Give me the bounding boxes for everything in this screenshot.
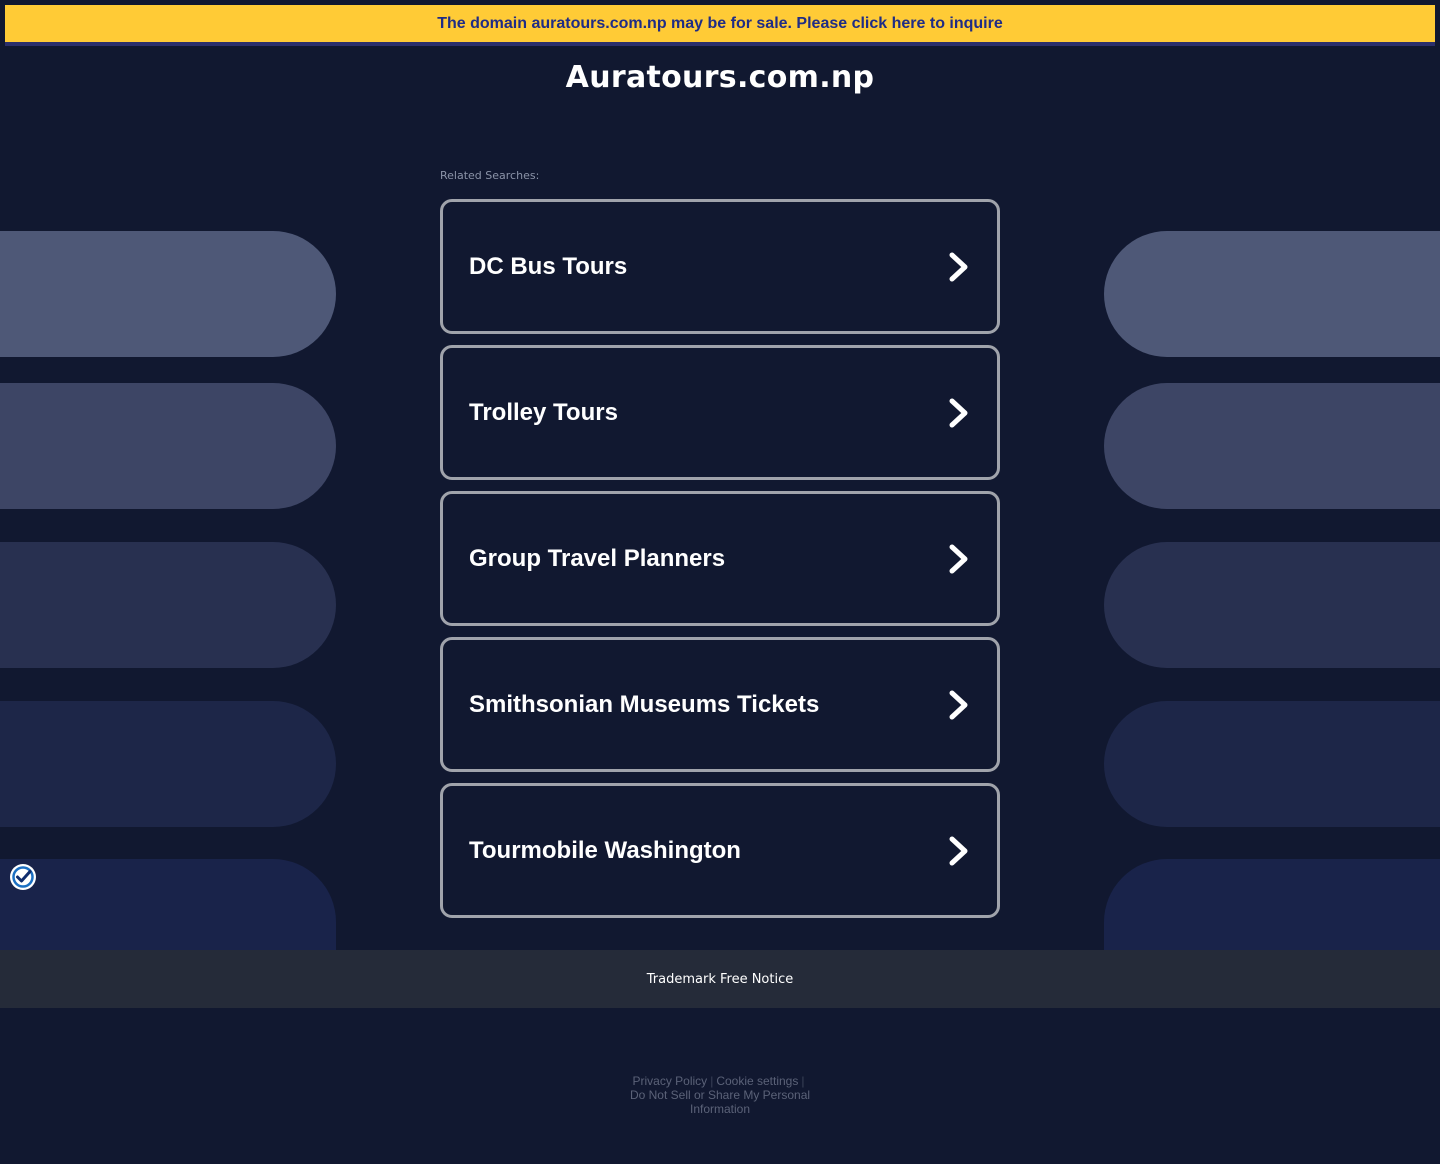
related-search-item[interactable]: DC Bus Tours xyxy=(440,199,1000,334)
related-search-label: Smithsonian Museums Tickets xyxy=(469,690,820,718)
privacy-check-icon[interactable] xyxy=(9,863,37,891)
link-separator: | xyxy=(710,1074,714,1088)
trademark-bar: Trademark Free Notice xyxy=(0,950,1440,1008)
decorative-pill xyxy=(1104,383,1440,509)
related-search-item[interactable]: Trolley Tours xyxy=(440,345,1000,480)
chevron-right-icon xyxy=(949,398,968,427)
related-searches-label: Related Searches: xyxy=(440,169,540,182)
legal-links: Privacy Policy | Cookie settings | Do Not S… xyxy=(620,1074,820,1116)
related-searches-list: DC Bus Tours Trolley Tours Group Travel … xyxy=(440,199,1000,929)
site-title: Auratours.com.np xyxy=(565,60,875,95)
privacy-policy-link[interactable]: Privacy Policy xyxy=(633,1074,708,1088)
decorative-pill xyxy=(0,859,336,950)
link-separator: | xyxy=(801,1074,805,1088)
decorative-pill xyxy=(1104,701,1440,827)
trademark-notice-link[interactable]: Trademark Free Notice xyxy=(647,972,793,987)
related-search-label: Trolley Tours xyxy=(469,398,618,426)
chevron-right-icon xyxy=(949,252,968,281)
related-search-item[interactable]: Group Travel Planners xyxy=(440,491,1000,626)
related-search-item[interactable]: Tourmobile Washington xyxy=(440,783,1000,918)
decorative-pill xyxy=(0,701,336,827)
chevron-right-icon xyxy=(949,690,968,719)
domain-sale-text: The domain auratours.com.np may be for s… xyxy=(437,14,1003,32)
do-not-sell-link[interactable]: Do Not Sell or Share My Personal Informa… xyxy=(630,1088,810,1116)
related-search-label: Group Travel Planners xyxy=(469,544,726,572)
cookie-settings-link[interactable]: Cookie settings xyxy=(716,1074,798,1088)
decorative-pill xyxy=(1104,542,1440,668)
chevron-right-icon xyxy=(949,544,968,573)
decorative-pill xyxy=(1104,859,1440,950)
chevron-right-icon xyxy=(949,836,968,865)
decorative-pill xyxy=(0,383,336,509)
domain-sale-banner[interactable]: The domain auratours.com.np may be for s… xyxy=(5,5,1435,46)
related-search-item[interactable]: Smithsonian Museums Tickets xyxy=(440,637,1000,772)
related-search-label: Tourmobile Washington xyxy=(469,836,741,864)
decorative-pill xyxy=(0,231,336,357)
decorative-pill xyxy=(0,542,336,668)
decorative-pill xyxy=(1104,231,1440,357)
related-search-label: DC Bus Tours xyxy=(469,252,628,280)
